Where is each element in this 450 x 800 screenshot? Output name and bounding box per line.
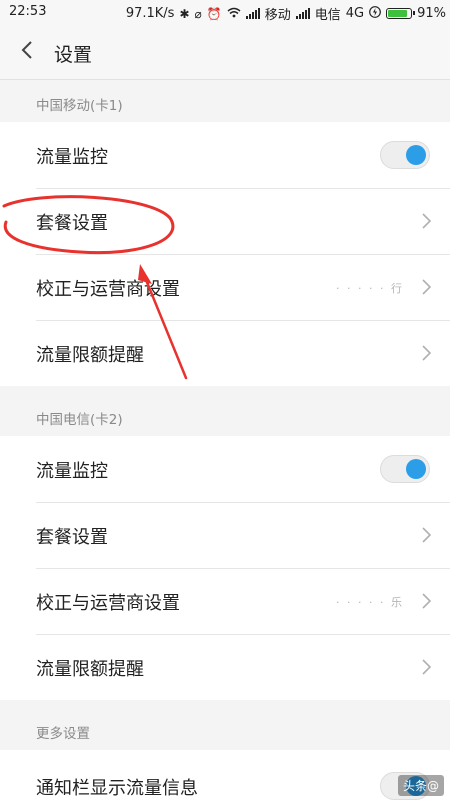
row-label: 流量限额提醒 (36, 345, 144, 366)
status-icons: 97.1K/s ✱ ⌀ ⏰ 移动 电信 4G 91% (126, 4, 446, 23)
section-card-more: 通知栏显示流量信息 (0, 750, 450, 800)
row-label: 通知栏显示流量信息 (36, 778, 198, 799)
row-label: 流量监控 (36, 461, 108, 482)
signal-icon-2 (295, 8, 310, 19)
back-arrow-icon[interactable] (16, 38, 40, 62)
row-label: 套餐设置 (36, 213, 108, 234)
watermark: 头条@ (397, 775, 444, 796)
chevron-right-icon (422, 593, 432, 609)
section-label-more: 更多设置 (36, 726, 90, 742)
row-label: 套餐设置 (36, 527, 108, 548)
net-speed: 97.1K/s (125, 6, 175, 21)
row-plan-settings-sim2[interactable]: 套餐设置 (0, 502, 450, 568)
row-limit-alert-sim1[interactable]: 流量限额提醒 (0, 320, 450, 386)
charging-icon (369, 6, 381, 21)
row-label: 校正与运营商设置 (36, 593, 180, 614)
section-label-sim2: 中国电信(卡2) (36, 412, 123, 428)
traffic-monitor-toggle[interactable] (380, 455, 430, 483)
battery-percent: 91% (417, 6, 446, 21)
row-label: 流量监控 (36, 147, 108, 168)
toggle-knob (406, 145, 426, 165)
row-traffic-monitor-sim1[interactable]: 流量监控 (0, 122, 450, 188)
page-title: 设置 (54, 44, 93, 66)
toggle-knob (406, 459, 426, 479)
status-bar: 22:53 97.1K/s ✱ ⌀ ⏰ 移动 电信 4G 91% (0, 0, 450, 24)
mute-icon: ⌀ (194, 6, 202, 21)
section-card-sim1: 流量监控 套餐设置 校正与运营商设置 · · · · · 行 流量限额提醒 (0, 122, 450, 386)
carrier-1: 移动 (264, 8, 291, 23)
row-traffic-monitor-sim2[interactable]: 流量监控 (0, 436, 450, 502)
network-type: 4G (345, 6, 365, 21)
row-limit-alert-sim2[interactable]: 流量限额提醒 (0, 634, 450, 700)
row-value: · · · · · 行 (336, 282, 404, 295)
row-carrier-settings-sim2[interactable]: 校正与运营商设置 · · · · · 乐 (0, 568, 450, 634)
app-header: 设置 (0, 24, 450, 80)
battery-icon (386, 8, 416, 19)
chevron-right-icon (422, 279, 432, 295)
row-notification-traffic[interactable]: 通知栏显示流量信息 (0, 750, 450, 800)
bluetooth-icon: ✱ (179, 6, 190, 21)
status-time: 22:53 (9, 4, 47, 19)
row-label: 校正与运营商设置 (36, 279, 180, 300)
row-value: · · · · · 乐 (336, 596, 404, 609)
chevron-right-icon (422, 213, 432, 229)
row-label: 流量限额提醒 (36, 659, 144, 680)
traffic-monitor-toggle[interactable] (380, 141, 430, 169)
row-plan-settings-sim1[interactable]: 套餐设置 (0, 188, 450, 254)
wifi-icon (227, 7, 241, 21)
section-card-sim2: 流量监控 套餐设置 校正与运营商设置 · · · · · 乐 流量限额提醒 (0, 436, 450, 700)
alarm-icon: ⏰ (206, 6, 222, 21)
battery-fill (388, 10, 408, 17)
chevron-right-icon (422, 527, 432, 543)
section-label-sim1: 中国移动(卡1) (36, 98, 123, 114)
row-carrier-settings-sim1[interactable]: 校正与运营商设置 · · · · · 行 (0, 254, 450, 320)
chevron-right-icon (422, 345, 432, 361)
chevron-right-icon (422, 659, 432, 675)
carrier-2: 电信 (314, 8, 341, 23)
signal-icon-1 (245, 8, 260, 19)
